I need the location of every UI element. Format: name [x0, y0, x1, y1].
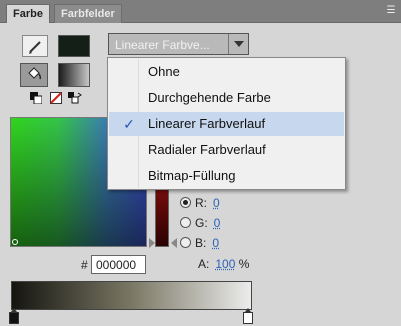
brightness-handle-left[interactable] — [149, 238, 155, 248]
alpha-value[interactable]: 100 — [215, 257, 235, 271]
brightness-handle-right[interactable] — [171, 238, 177, 248]
hex-value-input[interactable] — [91, 255, 146, 274]
swap-colors-icon[interactable] — [68, 92, 82, 104]
red-channel-row[interactable]: R: 0 — [180, 195, 220, 211]
red-label: R: — [195, 196, 207, 210]
menu-item-label: Bitmap-Füllung — [148, 168, 236, 183]
stroke-color-button[interactable] — [22, 35, 48, 57]
fill-type-select[interactable]: Linearer Farbve... — [108, 33, 249, 55]
color-panel: Farbe Farbfelder ☰ Linearer Farbve... R:… — [0, 0, 401, 326]
menu-item-label: Durchgehende Farbe — [148, 90, 271, 105]
panel-tab-bar: Farbe Farbfelder ☰ — [0, 0, 401, 23]
black-white-svg — [30, 92, 43, 105]
green-value[interactable]: 0 — [214, 216, 221, 230]
gradient-ramp[interactable] — [11, 281, 252, 310]
menu-item-ohne[interactable]: Ohne — [109, 60, 344, 84]
checkmark-icon: ✓ — [123, 116, 135, 132]
panel-menu-icon[interactable]: ☰ — [385, 5, 397, 17]
menu-item-bitmap-fuellung[interactable]: Bitmap-Füllung — [109, 164, 344, 188]
fill-type-menu: Ohne Durchgehende Farbe ✓ Linearer Farbve… — [107, 57, 346, 190]
blue-value[interactable]: 0 — [212, 236, 219, 250]
alpha-unit: % — [238, 257, 250, 271]
menu-item-linearer-farbverlauf[interactable]: ✓ Linearer Farbverlauf — [109, 112, 344, 136]
swap-colors-svg — [68, 92, 82, 104]
blue-label: B: — [195, 236, 207, 250]
fill-type-value: Linearer Farbve... — [115, 38, 210, 52]
no-color-icon[interactable] — [50, 92, 62, 104]
hex-hash-label: # — [81, 258, 88, 272]
red-radio[interactable] — [180, 197, 191, 208]
tab-farbfelder[interactable]: Farbfelder — [54, 4, 122, 23]
menu-item-label: Radialer Farbverlauf — [148, 142, 266, 157]
pencil-icon — [29, 41, 41, 54]
alpha-label: A: — [198, 257, 210, 271]
green-label: G: — [195, 216, 208, 230]
blue-channel-row[interactable]: B: 0 — [180, 235, 219, 251]
alpha-row: A: 100 % — [198, 256, 249, 272]
chevron-down-icon[interactable] — [228, 34, 248, 54]
paint-bucket-icon — [28, 67, 42, 80]
gradient-stop-right[interactable] — [243, 308, 253, 324]
menu-item-label: Ohne — [148, 64, 180, 79]
green-channel-row[interactable]: G: 0 — [180, 215, 220, 231]
color-picker-cursor[interactable] — [12, 239, 18, 245]
gradient-stop-left[interactable] — [9, 308, 19, 324]
fill-color-swatch[interactable] — [58, 63, 90, 87]
menu-item-label: Linearer Farbverlauf — [148, 116, 266, 131]
fill-color-button[interactable] — [20, 63, 48, 87]
stroke-color-swatch[interactable] — [58, 35, 90, 57]
black-white-icon[interactable] — [30, 92, 43, 105]
blue-radio[interactable] — [180, 237, 191, 248]
red-value[interactable]: 0 — [213, 196, 220, 210]
tab-farbe[interactable]: Farbe — [6, 4, 50, 23]
no-color-svg — [50, 92, 62, 104]
green-radio[interactable] — [180, 217, 191, 228]
menu-item-durchgehende-farbe[interactable]: Durchgehende Farbe — [109, 86, 344, 110]
menu-item-radialer-farbverlauf[interactable]: Radialer Farbverlauf — [109, 138, 344, 162]
